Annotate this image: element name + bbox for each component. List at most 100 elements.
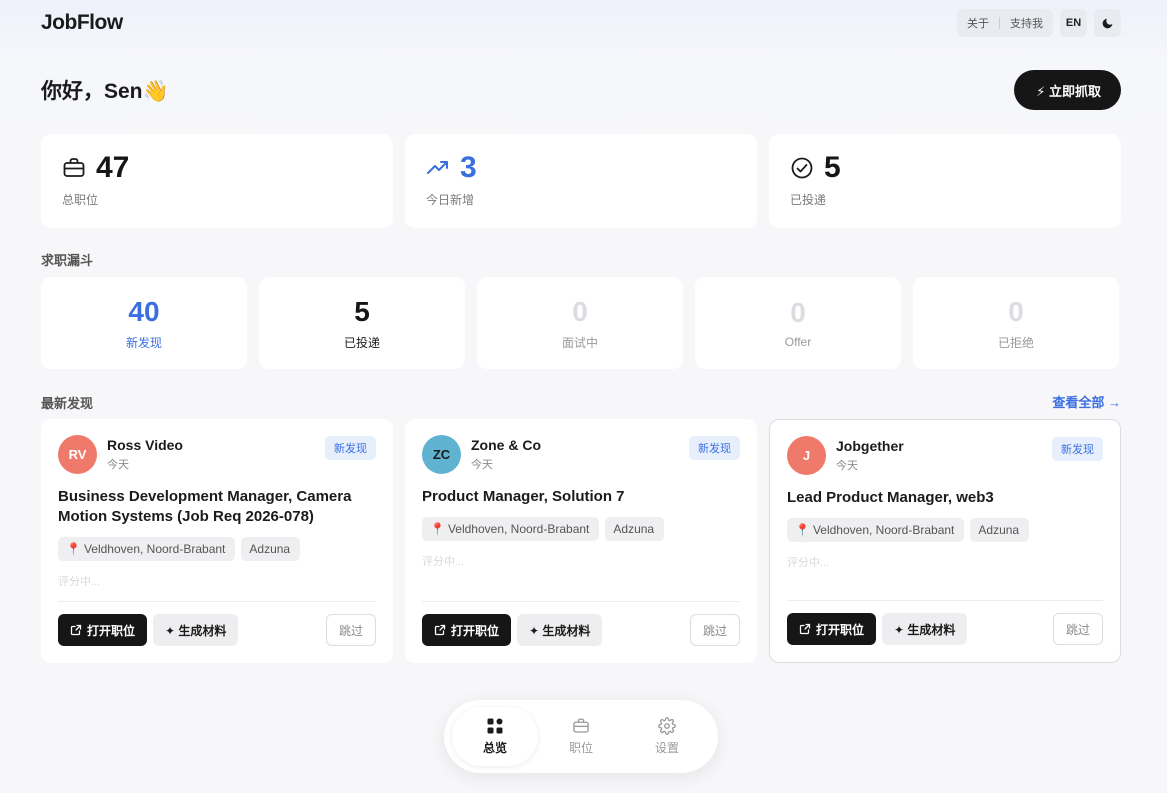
language-button[interactable]: EN: [1060, 9, 1087, 37]
job-card[interactable]: ZC Zone & Co 今天 新发现 Product Manager, Sol…: [405, 419, 757, 663]
external-link-icon: [799, 623, 811, 635]
status-badge: 新发现: [689, 436, 740, 460]
company-avatar: ZC: [422, 435, 461, 474]
stat-card-total: 47 总职位: [41, 134, 393, 228]
job-funnel: 40 新发现 5 已投递 0 面试中 0 Offer 0 已拒绝: [41, 277, 1119, 369]
skip-button[interactable]: 跳过: [1052, 613, 1103, 645]
open-job-label: 打开职位: [87, 623, 136, 638]
funnel-stage-offer[interactable]: 0 Offer: [695, 277, 901, 369]
greeting-heading: 你好，Sen👋: [41, 75, 169, 105]
job-card[interactable]: RV Ross Video 今天 新发现 Business Developmen…: [41, 419, 393, 663]
nav-label: 总览: [482, 741, 507, 755]
stat-label: 今日新增: [426, 193, 475, 207]
funnel-stage-applied[interactable]: 5 已投递: [259, 277, 465, 369]
company-name: Jobgether: [836, 438, 904, 454]
company-avatar: RV: [58, 435, 97, 474]
company-avatar: J: [787, 436, 826, 475]
top-actions: 关于 支持我 EN: [957, 9, 1121, 37]
posted-date: 今天: [471, 459, 493, 471]
score-status: 评分中...: [787, 557, 830, 569]
source-tag: Adzuna: [241, 537, 301, 561]
briefcase-icon: [63, 158, 85, 177]
external-link-icon: [70, 624, 82, 636]
stat-label: 已投递: [790, 193, 827, 207]
divider: [58, 601, 376, 602]
job-card[interactable]: J Jobgether 今天 新发现 Lead Product Manager,…: [769, 419, 1121, 663]
location-tag: 📍 Veldhoven, Noord-Brabant: [787, 518, 965, 542]
job-card-list: RV Ross Video 今天 新发现 Business Developmen…: [41, 419, 1121, 663]
funnel-label: 面试中: [561, 335, 598, 350]
trending-up-icon: [427, 161, 448, 174]
company-name: Ross Video: [107, 437, 183, 453]
funnel-value: 5: [354, 295, 370, 327]
job-title[interactable]: Lead Product Manager, web3: [787, 488, 1103, 508]
divider: [999, 17, 1000, 29]
nav-item-settings[interactable]: 设置: [624, 707, 710, 766]
divider: [422, 601, 740, 602]
funnel-label: 已投递: [343, 335, 380, 350]
location-text: Veldhoven, Noord-Brabant: [812, 523, 955, 537]
company-name: Zone & Co: [471, 437, 541, 453]
stat-card-applied: 5 已投递: [769, 134, 1121, 228]
funnel-value: 0: [790, 297, 806, 328]
top-bar: JobFlow 关于 支持我 EN: [41, 8, 1121, 38]
stat-card-today: 3 今日新增: [405, 134, 757, 228]
location-tag: 📍 Veldhoven, Noord-Brabant: [58, 537, 236, 561]
generate-materials-button[interactable]: ✦ 生成材料: [153, 614, 239, 646]
moon-icon: [1102, 18, 1113, 28]
funnel-stage-rejected[interactable]: 0 已拒绝: [913, 277, 1119, 369]
about-link[interactable]: 关于: [967, 15, 989, 31]
score-status: 评分中...: [422, 556, 465, 568]
theme-toggle-button[interactable]: [1094, 9, 1121, 37]
nav-item-jobs[interactable]: 职位: [538, 707, 624, 766]
support-link[interactable]: 支持我: [1010, 15, 1043, 31]
view-all-link[interactable]: 查看全部 →: [1052, 392, 1121, 411]
open-job-button[interactable]: 打开职位: [422, 614, 512, 646]
check-circle-icon: [791, 157, 813, 179]
skip-button[interactable]: 跳过: [689, 614, 740, 646]
funnel-value: 40: [128, 295, 160, 327]
stats-row: 47 总职位 3 今日新增 5 已投递: [41, 134, 1121, 228]
nav-item-overview[interactable]: 总览: [452, 707, 538, 766]
open-job-button[interactable]: 打开职位: [58, 614, 148, 646]
funnel-label: Offer: [784, 335, 812, 349]
greeting-row: 你好，Sen👋 ⚡ 立即抓取: [41, 70, 1121, 110]
location-text: Veldhoven, Noord-Brabant: [447, 522, 590, 536]
funnel-value: 0: [572, 295, 588, 327]
posted-date: 今天: [107, 459, 129, 471]
open-job-label: 打开职位: [816, 622, 865, 637]
funnel-stage-interviewing[interactable]: 0 面试中: [477, 277, 683, 369]
source-tag: Adzuna: [605, 517, 665, 541]
nav-label: 设置: [654, 741, 679, 755]
location-tag: 📍 Veldhoven, Noord-Brabant: [422, 517, 600, 541]
pin-icon: 📍: [795, 523, 810, 537]
stat-value: 5: [824, 151, 841, 184]
job-title[interactable]: Product Manager, Solution 7: [422, 487, 740, 507]
score-status: 评分中...: [58, 576, 101, 588]
job-title[interactable]: Business Development Manager, Camera Mot…: [58, 487, 376, 527]
status-badge: 新发现: [325, 436, 376, 460]
fetch-now-button[interactable]: ⚡ 立即抓取: [1014, 70, 1121, 110]
pin-icon: 📍: [430, 522, 445, 536]
nav-label: 职位: [568, 741, 593, 755]
grid-icon: [487, 718, 503, 734]
gear-icon: [658, 717, 676, 735]
greeting-text: 你好，Sen: [41, 80, 143, 103]
stat-value: 47: [96, 151, 130, 184]
open-job-button[interactable]: 打开职位: [787, 613, 877, 645]
stat-label: 总职位: [62, 193, 99, 207]
wave-emoji: 👋: [142, 80, 169, 103]
stat-value: 3: [460, 151, 477, 184]
app-logo[interactable]: JobFlow: [41, 11, 123, 35]
posted-date: 今天: [836, 460, 858, 472]
funnel-label: 新发现: [125, 335, 162, 350]
source-tag: Adzuna: [970, 518, 1030, 542]
briefcase-icon: [573, 718, 589, 733]
bottom-nav: 总览 职位 设置: [444, 700, 718, 773]
divider: [787, 600, 1103, 601]
generate-materials-button[interactable]: ✦ 生成材料: [882, 613, 968, 645]
funnel-stage-new[interactable]: 40 新发现: [41, 277, 247, 369]
generate-materials-button[interactable]: ✦ 生成材料: [517, 614, 603, 646]
skip-button[interactable]: 跳过: [325, 614, 376, 646]
funnel-title: 求职漏斗: [41, 253, 94, 268]
